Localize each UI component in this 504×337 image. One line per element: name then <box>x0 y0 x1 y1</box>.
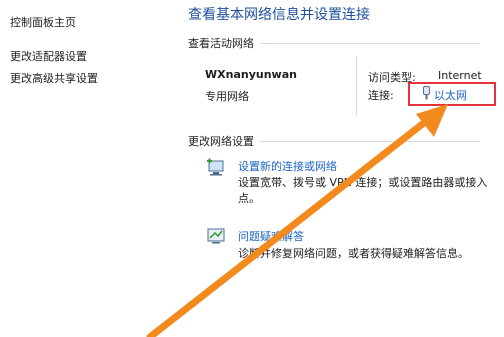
section-divider <box>260 43 480 44</box>
page-title: 查看基本网络信息并设置连接 <box>188 7 370 23</box>
change-settings-heading: 更改网络设置 <box>188 135 254 148</box>
troubleshoot-icon <box>207 228 225 244</box>
network-name: WXnanyunwan <box>205 68 297 81</box>
troubleshoot-link[interactable]: 问题疑难解答 <box>238 228 304 244</box>
network-type: 专用网络 <box>205 90 249 103</box>
ethernet-connection-link[interactable]: 以太网 <box>434 87 467 103</box>
section-divider <box>260 141 480 142</box>
change-adapter-settings-link[interactable]: 更改适配器设置 <box>10 48 87 64</box>
setup-new-connection-desc: 设置宽带、拨号或 VPN 连接；或设置路由器或接入点。 <box>238 176 488 205</box>
sidebar: 控制面板主页 更改适配器设置 更改高级共享设置 <box>0 0 170 337</box>
control-panel-home-link[interactable]: 控制面板主页 <box>10 14 76 30</box>
connection-label: 连接: <box>368 89 394 102</box>
new-connection-icon <box>207 158 224 176</box>
access-type-value: Internet <box>438 69 482 82</box>
troubleshoot-desc: 诊断并修复网络问题，或者获得疑难解答信息。 <box>238 247 469 260</box>
setup-new-connection-link[interactable]: 设置新的连接或网络 <box>238 158 337 174</box>
network-info-divider <box>356 56 357 116</box>
change-advanced-sharing-link[interactable]: 更改高级共享设置 <box>10 70 98 86</box>
active-networks-heading: 查看活动网络 <box>188 37 254 50</box>
ethernet-plug-icon <box>423 86 430 100</box>
main-content: 查看基本网络信息并设置连接 查看活动网络 WXnanyunwan 专用网络 访问… <box>180 0 504 337</box>
